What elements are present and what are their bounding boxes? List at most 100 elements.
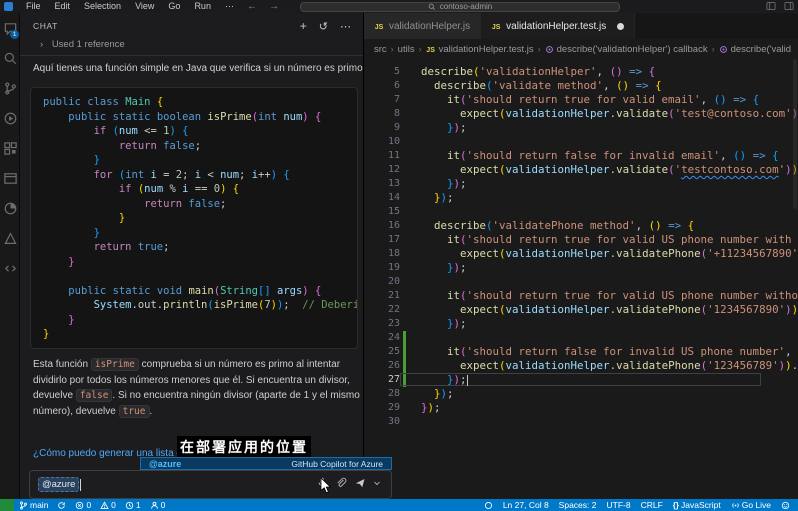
pie-usage-icon[interactable] [0,193,20,223]
status-item-smiley[interactable] [781,501,790,510]
chat-icon[interactable]: 1 [0,13,20,43]
chat-code-line: for (int i = 2; i < num; i++) { [43,169,357,184]
status-label: CRLF [641,500,663,510]
editor-group[interactable]: JSvalidationHelper.jsJSvalidationHelper.… [363,13,798,499]
line-number: 27 [364,373,400,387]
editor-scrollbar[interactable] [793,59,797,209]
menu-item-file[interactable]: File [19,0,48,13]
code-area[interactable]: 5describe('validationHelper', () => {6 d… [364,65,798,429]
line-number: 30 [364,415,400,429]
status-item-1[interactable]: 1 [125,500,141,510]
chat-explanation-text: Esta función isPrime comprueba si un núm… [33,357,363,420]
menu-item-run[interactable]: Run [187,0,218,13]
chat-code-line: } [43,227,357,242]
forward-icon[interactable]: → [263,1,285,12]
remote-indicator[interactable] [0,499,14,511]
breadcrumb-item[interactable]: src [374,44,387,55]
tab-validationHelper.js[interactable]: JSvalidationHelper.js [364,13,481,39]
status-item-crlf[interactable]: CRLF [641,500,663,510]
breadcrumb-label: describe('valid [731,44,791,55]
line-number: 13 [364,177,400,191]
line-number: 23 [364,317,400,331]
breadcrumb-separator: › [390,44,395,54]
remote-explorer-icon[interactable] [0,253,20,283]
search-icon[interactable] [0,43,20,73]
line-content: it('should return false for invalid US p… [421,345,798,359]
status-item-0[interactable]: 0 [75,500,91,510]
chat-history-icon[interactable]: ↺ [319,20,328,33]
code-line-9: 9 }); [364,121,798,135]
code-line-16: 16 describe('validatePhone method', () =… [364,219,798,233]
code-line-17: 17 it('should return true for valid US p… [364,233,798,247]
azure-icon[interactable] [0,223,20,253]
chevron-down-icon[interactable] [373,479,381,487]
customize-layout-icon[interactable] [784,1,794,11]
breadcrumb-label: validationHelper.test.js [439,44,534,55]
status-item-sync[interactable] [57,501,66,510]
chat-code-line: if (num <= 1) { [43,125,357,140]
line-number: 14 [364,191,400,205]
status-item-0[interactable]: 0 [100,500,116,510]
menu-item-[interactable]: ⋯ [218,0,241,13]
chat-input[interactable]: @azure [29,470,392,499]
toggle-sidebar-icon[interactable] [766,1,776,11]
line-number: 11 [364,149,400,163]
line-number: 8 [364,107,400,121]
breadcrumb-item[interactable]: JSvalidationHelper.test.js [426,44,534,55]
status-item-go-live[interactable]: Go Live [731,500,771,510]
source-control-icon[interactable] [0,73,20,103]
breadcrumb-label: describe('validationHelper') callback [557,44,708,55]
breadcrumb-item[interactable]: utils [398,44,415,55]
command-center-search[interactable]: contoso-admin [300,2,620,12]
new-chat-icon[interactable]: + [300,19,307,33]
line-content: describe('validatePhone method', () => { [421,219,694,233]
line-number: 7 [364,93,400,107]
line-content: }); [421,191,454,205]
status-label: main [30,500,48,510]
menu-item-selection[interactable]: Selection [77,0,128,13]
status-item-circle[interactable] [484,501,493,510]
chat-panel: CHAT + ↺ ⋯ › Used 1 reference Aquí tiene… [20,13,363,499]
status-item-main[interactable]: main [19,500,48,510]
window-icon[interactable] [0,163,20,193]
modified-dot-icon[interactable] [617,23,624,30]
status-item-ln-27-col-8[interactable]: Ln 27, Col 8 [503,500,549,510]
breadcrumb[interactable]: src›utils›JSvalidationHelper.test.js›des… [374,41,791,57]
editor-tab-bar: JSvalidationHelper.jsJSvalidationHelper.… [364,13,798,39]
tab-validationHelper.test.js[interactable]: JSvalidationHelper.test.js [481,13,635,39]
suggestion-detail: GitHub Copilot for Azure [291,459,383,469]
status-item-spaces-2[interactable]: Spaces: 2 [559,500,597,510]
chat-more-icon[interactable]: ⋯ [340,20,351,33]
chat-code-line: } [43,314,357,329]
status-item-0[interactable]: 0 [150,500,166,510]
status-bar-right: Ln 27, Col 8 Spaces: 2 UTF-8 CRLF {}JavaScri… [484,500,790,510]
chevron-right-icon: › [40,39,43,50]
send-icon[interactable] [354,477,366,489]
status-item-utf-8[interactable]: UTF-8 [606,500,630,510]
used-references-toggle[interactable]: › Used 1 reference [20,35,363,56]
line-content: expect(validationHelper.validate('test@c… [421,107,798,121]
breadcrumb-item[interactable]: describe('valid [719,44,791,55]
menu-item-edit[interactable]: Edit [48,0,78,13]
attach-icon[interactable] [335,477,347,489]
line-content: expect(validationHelper.validate('testco… [421,163,798,177]
code-line-22: 22 expect(validationHelper.validatePhone… [364,303,798,317]
status-bar-left: main0010 [19,500,165,510]
breadcrumb-item[interactable]: describe('validationHelper') callback [545,44,708,55]
line-number: 29 [364,401,400,415]
suggestion-popup-item[interactable]: @azure GitHub Copilot for Azure [140,457,392,470]
chat-code-block: public class Main { public static boolea… [30,87,358,349]
menu-item-go[interactable]: Go [161,0,187,13]
menu-item-view[interactable]: View [128,0,161,13]
chat-code-line: } [43,328,357,343]
run-debug-icon[interactable] [0,103,20,133]
code-line-11: 11 it('should return false for invalid e… [364,149,798,163]
status-item-javascript[interactable]: {}JavaScript [673,500,721,510]
back-icon[interactable]: ← [241,1,263,12]
line-content: expect(validationHelper.validatePhone('1… [421,303,798,317]
line-content: }); [421,387,454,401]
breadcrumb-separator: › [537,44,542,54]
extensions-icon[interactable] [0,133,20,163]
code-line-13: 13 }); [364,177,798,191]
chat-code-line: return false; [43,140,357,155]
